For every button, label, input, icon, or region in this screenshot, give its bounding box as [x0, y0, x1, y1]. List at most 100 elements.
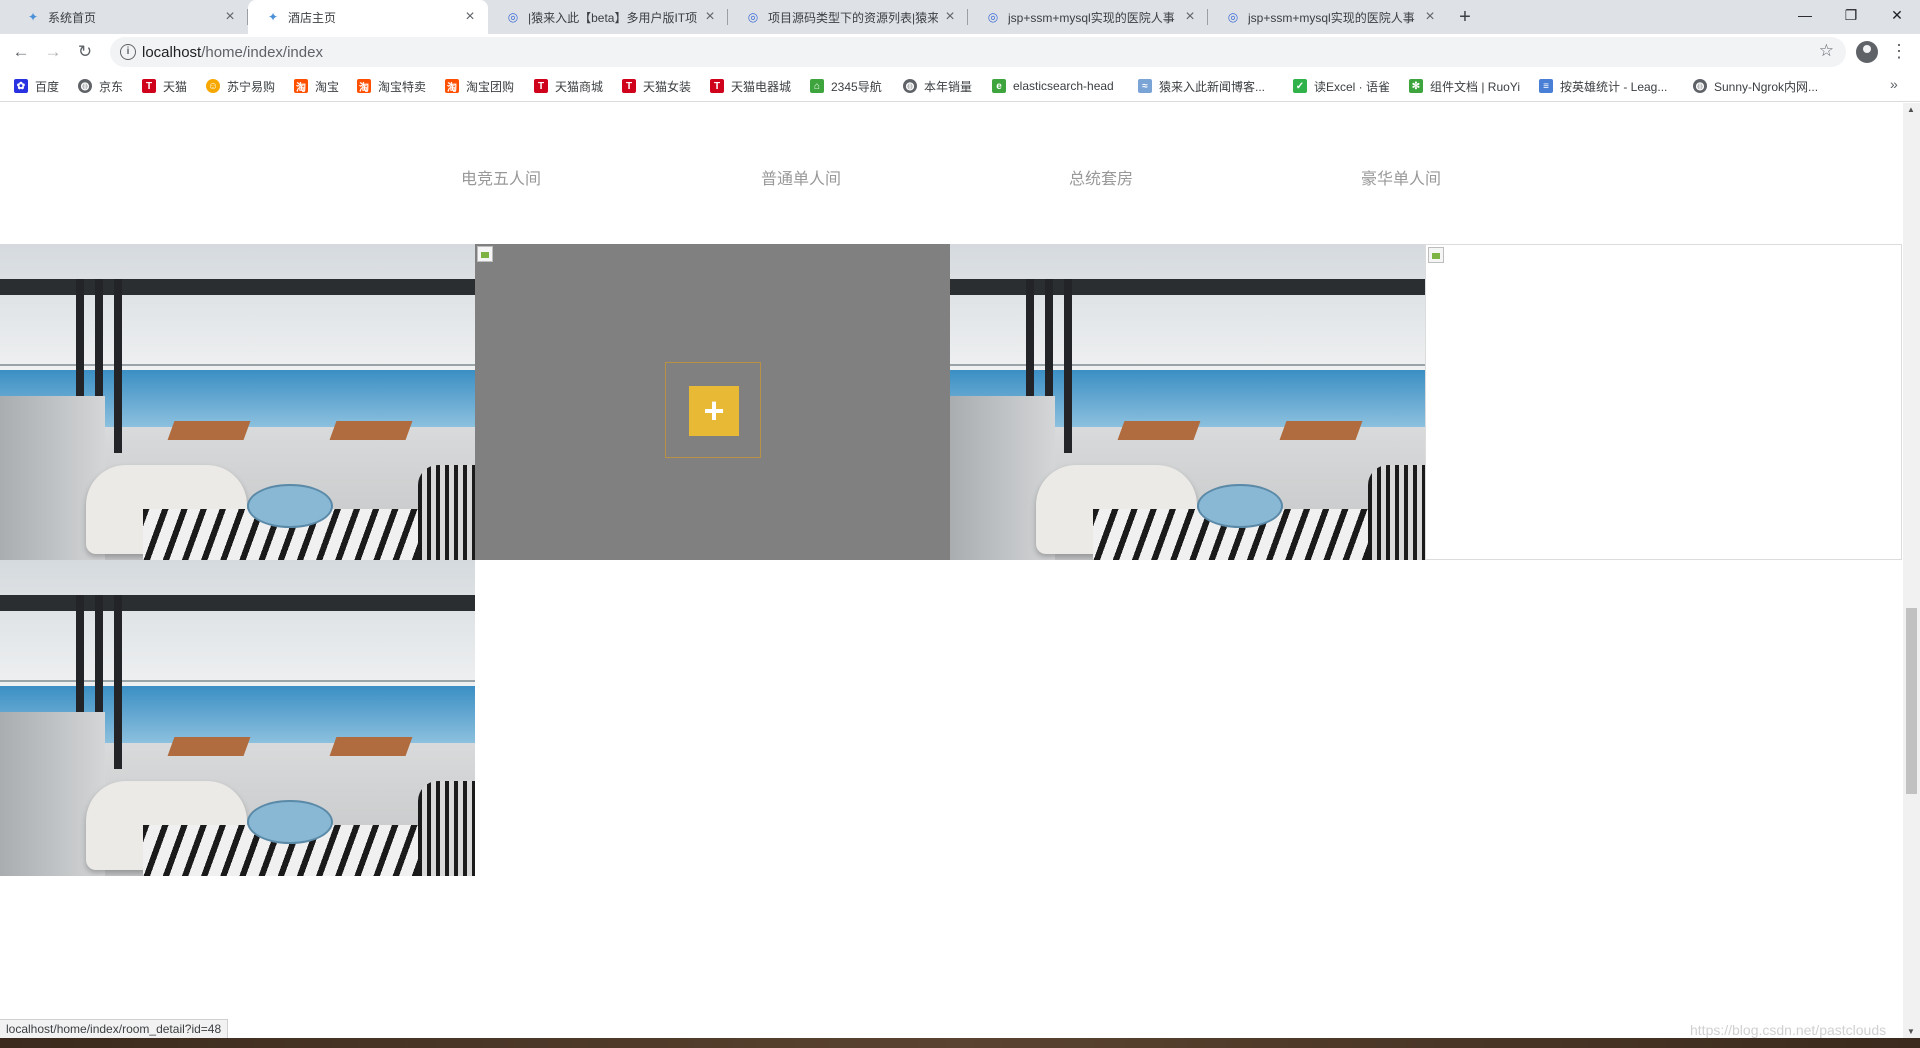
- scroll-up-arrow-icon[interactable]: ▲: [1907, 105, 1915, 114]
- bookmark-item[interactable]: ≈ 猿来入此新闻博客...: [1138, 77, 1265, 95]
- bulb-icon: ◎: [747, 10, 759, 24]
- globe-icon: ◍: [1693, 79, 1707, 93]
- bookmark-label: 苏宁易购: [227, 79, 276, 94]
- close-icon[interactable]: ×: [222, 9, 238, 25]
- bookmark-star-icon[interactable]: ☆: [1819, 41, 1834, 61]
- bookmark-label: 猿来入此新闻博客...: [1159, 79, 1266, 94]
- yuque-icon: ✓: [1293, 79, 1307, 93]
- bookmark-item[interactable]: ✓ 读Excel · 语雀: [1293, 77, 1390, 95]
- close-icon[interactable]: ×: [462, 9, 478, 25]
- bookmark-item[interactable]: ◍ Sunny-Ngrok内网...: [1693, 77, 1818, 95]
- address-url[interactable]: localhost/home/index/index: [142, 44, 323, 61]
- bookmark-item[interactable]: ≡ 按英雄统计 - Leag...: [1539, 77, 1667, 95]
- bookmark-item[interactable]: T 天猫商城: [534, 77, 603, 95]
- room-broken-card[interactable]: [1425, 244, 1902, 560]
- category-tab[interactable]: 豪华单人间: [1361, 165, 1441, 189]
- tab-title: jsp+ssm+mysql实现的医院人事: [1248, 10, 1415, 25]
- scroll-thumb[interactable]: [1906, 608, 1917, 794]
- room-photo: [950, 244, 1425, 560]
- tab-hospital-2[interactable]: ◎ jsp+ssm+mysql实现的医院人事 ×: [1208, 0, 1448, 34]
- profile-avatar-icon[interactable]: [1856, 41, 1878, 63]
- league-icon: ≡: [1539, 79, 1553, 93]
- bookmark-label: elasticsearch-head: [1013, 79, 1114, 93]
- more-menu-icon[interactable]: ⋮: [1890, 41, 1908, 63]
- bookmark-label: 天猫商城: [555, 79, 604, 94]
- bookmark-item[interactable]: 淘淘宝特卖: [357, 77, 426, 95]
- desktop-taskbar-strip: [0, 1038, 1920, 1048]
- bookmark-label: 2345导航: [831, 79, 882, 94]
- bookmarks-bar: ✿ 百度 ◍ 京东 T 天猫 ☺ 苏宁易购 淘淘宝 淘淘宝特卖 淘淘宝团购 T 天猫商城 …: [0, 70, 1920, 102]
- close-icon[interactable]: ×: [702, 9, 718, 25]
- close-icon[interactable]: ×: [1182, 9, 1198, 25]
- room-photo-card[interactable]: [0, 244, 475, 560]
- bookmark-label: 天猫女装: [643, 79, 692, 94]
- yuanlai-icon: ≈: [1138, 79, 1152, 93]
- tab-yuanlai-beta[interactable]: ◎ |猿来入此【beta】多用户版IT项 ×: [488, 0, 728, 34]
- category-tab[interactable]: 普通单人间: [761, 165, 841, 189]
- bird-icon: ✦: [267, 10, 279, 24]
- tab-title: 酒店主页: [288, 10, 337, 25]
- bookmark-item[interactable]: T 天猫电器城: [710, 77, 791, 95]
- tab-title: 项目源码类型下的资源列表|猿来: [768, 10, 938, 25]
- tab-title: jsp+ssm+mysql实现的医院人事: [1008, 10, 1175, 25]
- bookmark-item[interactable]: e elasticsearch-head: [992, 77, 1114, 95]
- link-status-bubble: localhost/home/index/room_detail?id=48: [0, 1019, 229, 1038]
- broken-image-icon: [1428, 247, 1444, 263]
- bulb-icon: ◎: [987, 10, 999, 24]
- bookmark-label: 淘宝: [315, 79, 340, 94]
- url-path: /home/index/index: [201, 44, 323, 61]
- add-room-button[interactable]: +: [689, 386, 739, 436]
- new-tab-button[interactable]: +: [1452, 4, 1478, 30]
- nav2345-icon: ⌂: [810, 79, 824, 93]
- bookmark-item[interactable]: 淘淘宝团购: [445, 77, 514, 95]
- minimize-button[interactable]: —: [1782, 0, 1828, 34]
- bookmark-item[interactable]: ✻ 组件文档 | RuoYi: [1409, 77, 1520, 95]
- address-bar[interactable]: i localhost/home/index/index ☆: [110, 37, 1846, 67]
- page-scrollbar[interactable]: ▲ ▼: [1903, 103, 1920, 1038]
- bulb-icon: ◎: [1227, 10, 1239, 24]
- browser-toolbar: ← → ↻ i localhost/home/index/index ☆: [0, 34, 1920, 70]
- tmall-icon: T: [622, 79, 636, 93]
- bookmark-label: 京东: [99, 79, 124, 94]
- globe-icon: ◍: [78, 79, 92, 93]
- close-icon[interactable]: ×: [1422, 9, 1438, 25]
- restore-button[interactable]: ❐: [1828, 0, 1874, 34]
- bookmark-item[interactable]: ☺ 苏宁易购: [206, 77, 275, 95]
- scroll-down-arrow-icon[interactable]: ▼: [1907, 1027, 1915, 1036]
- bookmark-item[interactable]: T 天猫女装: [622, 77, 691, 95]
- bookmark-label: 百度: [35, 79, 60, 94]
- close-window-button[interactable]: ✕: [1874, 0, 1920, 34]
- bookmark-item[interactable]: T 天猫: [142, 77, 187, 95]
- room-add-card[interactable]: +: [475, 244, 950, 560]
- bookmark-label: 本年销量: [924, 79, 973, 94]
- bookmark-item[interactable]: ◍ 京东: [78, 77, 123, 95]
- tab-hospital-1[interactable]: ◎ jsp+ssm+mysql实现的医院人事 ×: [968, 0, 1208, 34]
- room-photo: [0, 244, 475, 560]
- room-photo-card[interactable]: [950, 244, 1425, 560]
- reload-icon[interactable]: ↻: [72, 39, 98, 65]
- bookmark-item[interactable]: 淘淘宝: [294, 77, 339, 95]
- room-photo-card[interactable]: [0, 560, 475, 876]
- bookmarks-overflow-button[interactable]: »: [1890, 76, 1898, 92]
- tab-system-home[interactable]: ✦ 系统首页 ×: [8, 0, 248, 34]
- bookmark-label: 按英雄统计 - Leag...: [1560, 79, 1668, 94]
- paw-icon: ✿: [14, 79, 28, 93]
- bookmark-label: 淘宝特卖: [378, 79, 427, 94]
- category-tab[interactable]: 电竞五人间: [461, 165, 541, 189]
- bookmark-item[interactable]: ✿ 百度: [14, 77, 59, 95]
- bookmark-label: 淘宝团购: [466, 79, 515, 94]
- room-category-tabs: 电竞五人间 普通单人间 总统套房 豪华单人间: [0, 165, 1903, 189]
- broken-image-icon: [477, 246, 493, 262]
- bookmark-item[interactable]: ⌂ 2345导航: [810, 77, 882, 95]
- tab-source-list[interactable]: ◎ 项目源码类型下的资源列表|猿来 ×: [728, 0, 968, 34]
- back-arrow-icon[interactable]: ←: [8, 39, 34, 65]
- close-icon[interactable]: ×: [942, 9, 958, 25]
- bookmark-item[interactable]: ◍ 本年销量: [903, 77, 972, 95]
- tab-hotel-home[interactable]: ✦ 酒店主页 ×: [248, 0, 488, 34]
- tab-title: 系统首页: [48, 10, 97, 25]
- category-tab[interactable]: 总统套房: [1069, 165, 1133, 189]
- hotel-page-content: 电竞五人间 普通单人间 总统套房 豪华单人间 +: [0, 103, 1903, 1038]
- forward-arrow-icon[interactable]: →: [40, 39, 66, 65]
- info-icon[interactable]: i: [120, 44, 136, 60]
- url-host: localhost: [142, 44, 202, 61]
